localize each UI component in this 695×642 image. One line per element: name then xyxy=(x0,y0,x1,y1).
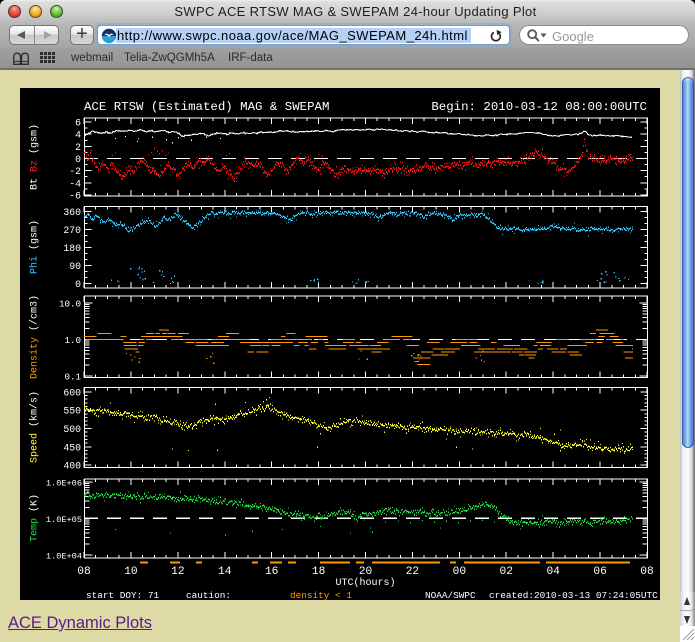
svg-text:1.0E+04: 1.0E+04 xyxy=(46,552,82,562)
svg-text:caution:: caution: xyxy=(186,590,231,600)
svg-text:6: 6 xyxy=(75,118,81,129)
svg-text:Temp (K): Temp (K) xyxy=(29,494,41,542)
svg-text:Begin: 2010-03-12 08:00:00UTC: Begin: 2010-03-12 08:00:00UTC xyxy=(431,100,647,114)
svg-text:360: 360 xyxy=(63,207,81,218)
svg-text:02: 02 xyxy=(500,566,513,578)
svg-text:0.1: 0.1 xyxy=(64,372,81,383)
svg-text:450: 450 xyxy=(63,442,81,453)
svg-text:4: 4 xyxy=(75,130,81,141)
svg-text:Speed (km/s): Speed (km/s) xyxy=(29,391,41,463)
svg-text:06: 06 xyxy=(593,566,606,578)
svg-text:600: 600 xyxy=(63,387,81,398)
svg-text:12: 12 xyxy=(171,566,184,578)
svg-text:22: 22 xyxy=(406,566,419,578)
svg-text:08: 08 xyxy=(640,566,653,578)
svg-text:16: 16 xyxy=(265,566,278,578)
svg-text:density < 1: density < 1 xyxy=(290,590,352,600)
svg-text:-6: -6 xyxy=(69,190,81,201)
svg-text:04: 04 xyxy=(546,566,560,578)
svg-text:1.0E+06: 1.0E+06 xyxy=(46,478,82,488)
svg-text:2: 2 xyxy=(75,142,81,153)
svg-text:90: 90 xyxy=(69,261,81,272)
svg-text:Density (/cm3): Density (/cm3) xyxy=(29,295,41,379)
svg-text:08: 08 xyxy=(77,566,90,578)
svg-text:-4: -4 xyxy=(69,178,81,189)
svg-text:10: 10 xyxy=(124,566,138,578)
svg-text:NOAA/SWPC: NOAA/SWPC xyxy=(425,590,476,600)
svg-text:500: 500 xyxy=(63,424,81,435)
svg-text:14: 14 xyxy=(218,566,232,578)
svg-text:00: 00 xyxy=(453,566,467,578)
svg-text:18: 18 xyxy=(312,566,325,578)
svg-text:400: 400 xyxy=(63,461,81,472)
svg-text:-2: -2 xyxy=(69,166,81,177)
svg-text:ACE RTSW (Estimated) MAG & SWE: ACE RTSW (Estimated) MAG & SWEPAM xyxy=(84,100,329,114)
svg-text:20: 20 xyxy=(359,566,373,578)
svg-text:Bt Bz (gsm): Bt Bz (gsm) xyxy=(29,124,41,190)
svg-text:550: 550 xyxy=(63,406,81,417)
svg-text:0: 0 xyxy=(75,154,81,165)
svg-text:1.0: 1.0 xyxy=(64,335,81,346)
svg-text:1.0E+05: 1.0E+05 xyxy=(46,515,82,525)
svg-text:180: 180 xyxy=(63,243,81,254)
svg-text:270: 270 xyxy=(63,225,81,236)
svg-text:Phi (gsm): Phi (gsm) xyxy=(29,220,41,274)
svg-text:UTC(hours): UTC(hours) xyxy=(335,577,395,589)
svg-text:created:2010-03-13 07:24:05UTC: created:2010-03-13 07:24:05UTC xyxy=(489,590,658,600)
svg-text:0: 0 xyxy=(75,279,81,290)
svg-text:start DOY: 71: start DOY: 71 xyxy=(86,590,160,600)
svg-text:10.0: 10.0 xyxy=(59,298,81,309)
